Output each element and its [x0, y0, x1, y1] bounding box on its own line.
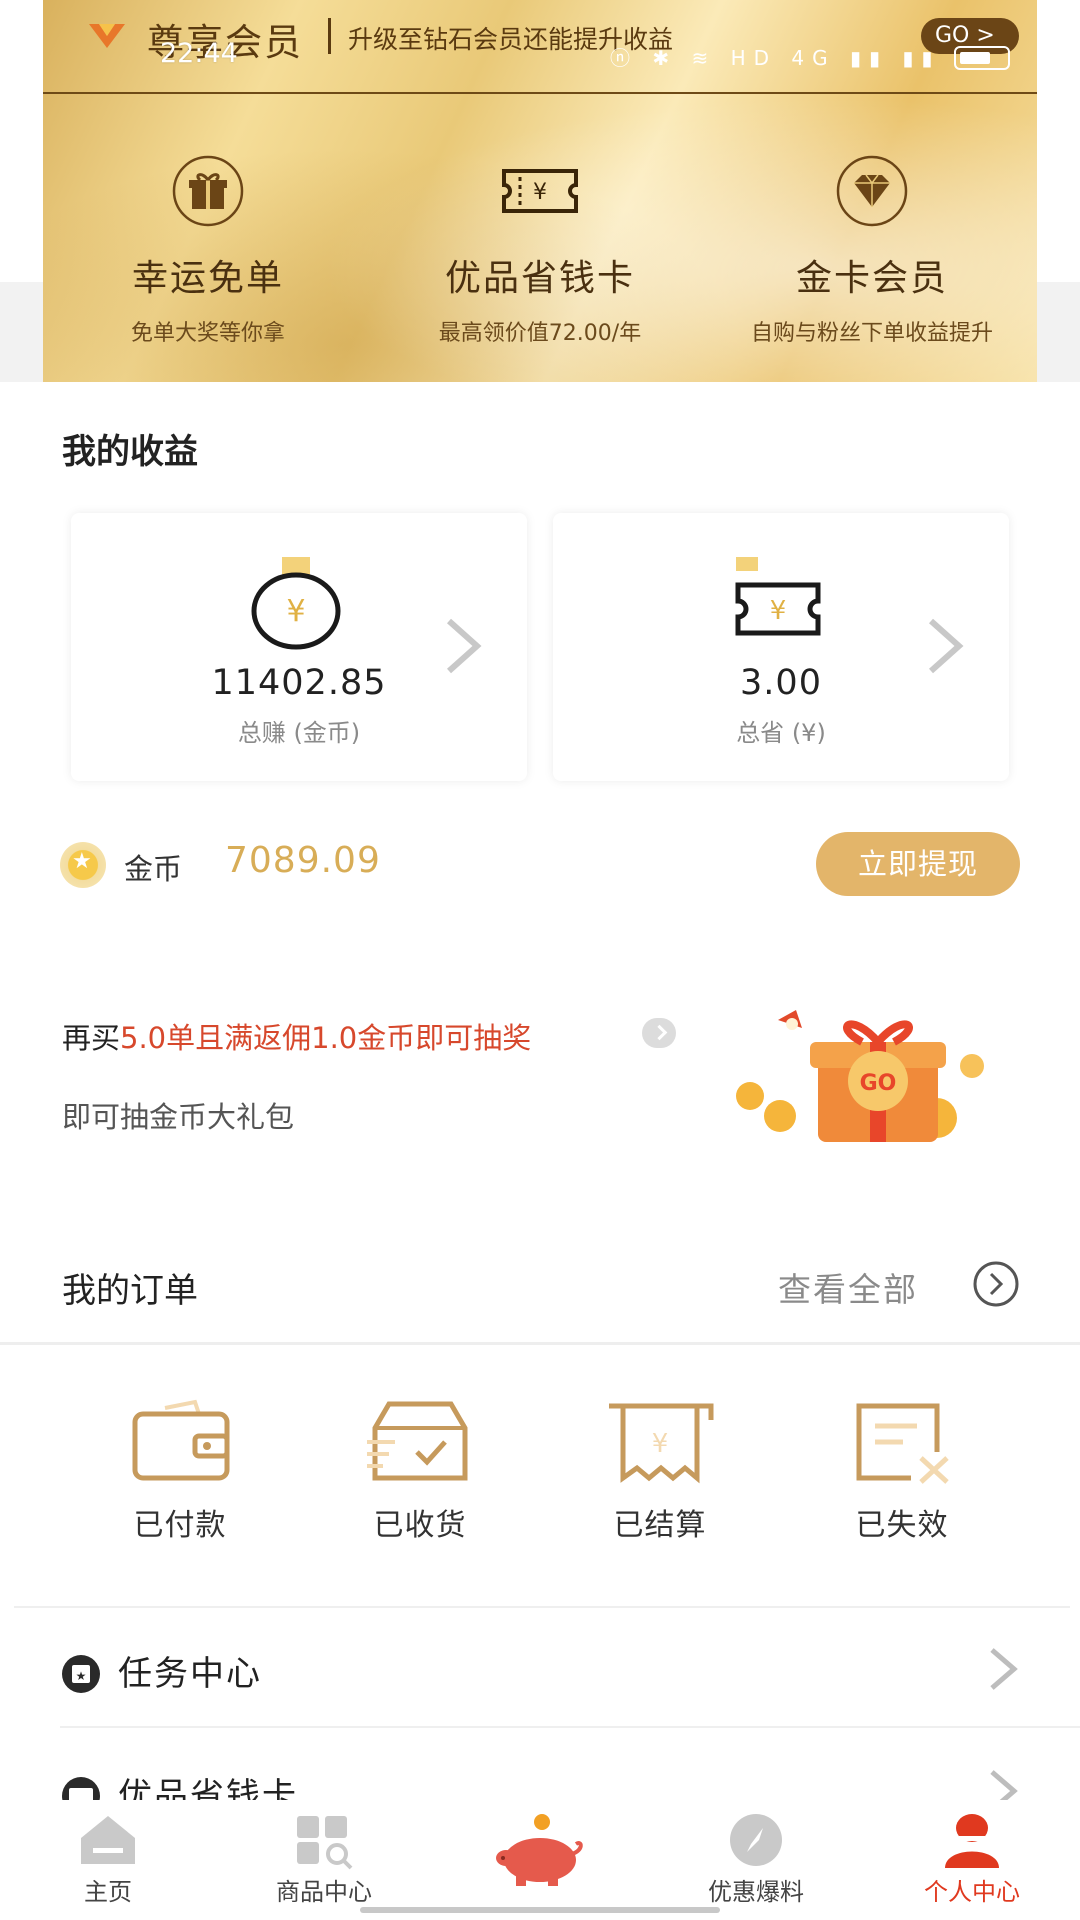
invalid-order-icon	[856, 1403, 949, 1484]
section-divider	[14, 1606, 1070, 1608]
svg-text:¥: ¥	[286, 594, 305, 629]
receipt-icon: ¥	[609, 1403, 714, 1484]
perk-title: 幸运免单	[131, 258, 284, 299]
gold-coin-icon	[60, 842, 106, 888]
chevron-right-icon	[990, 1770, 1018, 1800]
ticket-icon: ¥	[735, 557, 821, 636]
order-status-label: 已付款	[133, 1508, 227, 1543]
svg-text:¥: ¥	[652, 1429, 669, 1459]
chevron-right-icon	[990, 1648, 1018, 1690]
tab-products[interactable]: 商品中心	[234, 1810, 414, 1907]
withdraw-button[interactable]: 立即提现	[816, 832, 1020, 896]
member-logo-icon	[89, 24, 125, 48]
bottom-tab-bar: 主页 商品中心 优惠爆料 个人中心	[0, 1800, 1080, 1920]
coupon-icon: ¥	[502, 169, 578, 213]
svg-text:★: ★	[76, 1669, 87, 1683]
status-icons: ⓝ ✱ ≋ HD 4G ▮▮ ▮▮	[610, 46, 941, 70]
grid-search-icon	[297, 1816, 353, 1870]
order-status-settled[interactable]: ¥ 已结算	[570, 1398, 750, 1544]
perk-gold-card[interactable]: 金卡会员 自购与粉丝下单收益提升	[707, 155, 1037, 347]
order-status-label: 已失效	[855, 1508, 949, 1543]
task-icon: ★	[62, 1655, 100, 1693]
wallet-icon	[132, 1399, 230, 1481]
person-icon	[945, 1814, 999, 1868]
earnings-card-total-earned[interactable]: ¥ 11402.85 总赚 (金币)	[71, 513, 527, 781]
lottery-condition[interactable]: 再买5.0单且满返佣1.0金币即可抽奖	[62, 1015, 531, 1057]
piggy-bank-icon	[496, 1814, 583, 1886]
coin-icon: ¥	[251, 557, 341, 650]
perk-title: 优品省钱卡	[444, 258, 635, 299]
home-icon	[81, 1816, 135, 1864]
menu-task-center[interactable]: ★ 任务中心	[60, 1640, 1020, 1700]
menu-divider	[60, 1726, 1080, 1728]
svg-text:¥: ¥	[533, 180, 547, 205]
status-time: 22:44	[160, 38, 238, 69]
chevron-right-icon	[929, 618, 964, 674]
order-status-invalid[interactable]: 已失效	[812, 1398, 992, 1544]
order-status-paid[interactable]: 已付款	[90, 1398, 270, 1544]
tab-deals[interactable]: 优惠爆料	[666, 1810, 846, 1907]
order-status-label: 已收货	[373, 1508, 467, 1543]
tab-label: 个人中心	[924, 1878, 1020, 1906]
menu-saving-card[interactable]: 优品省钱卡	[60, 1762, 1020, 1800]
gift-icon	[172, 155, 244, 227]
earnings-card-total-saved[interactable]: ¥ 3.00 总省 (¥)	[553, 513, 1009, 781]
view-all-orders-link[interactable]: 查看全部	[778, 1263, 918, 1311]
perk-desc: 自购与粉丝下单收益提升	[750, 321, 993, 346]
chevron-circle-right-icon[interactable]	[972, 1260, 1020, 1308]
lottery-arrow-icon[interactable]	[642, 1018, 676, 1048]
tab-label: 商品中心	[276, 1878, 372, 1906]
tab-piggy-bank[interactable]	[450, 1810, 630, 1892]
chevron-right-icon	[447, 618, 482, 674]
menu-label: 优品省钱卡	[118, 1776, 298, 1800]
gift-go-text: GO	[860, 1071, 897, 1096]
menu-label: 任务中心	[118, 1654, 262, 1694]
coin-balance-value: 7089.09	[225, 840, 381, 881]
diamond-icon	[836, 155, 908, 227]
member-divider	[328, 18, 331, 54]
package-icon	[367, 1401, 468, 1481]
lottery-prefix: 再买	[62, 1021, 121, 1055]
orders-divider	[0, 1342, 1080, 1345]
svg-text:¥: ¥	[770, 596, 787, 626]
card-icon	[62, 1777, 100, 1800]
tab-label: 主页	[84, 1878, 132, 1906]
order-status-received[interactable]: 已收货	[330, 1398, 510, 1544]
profile-page: 尊享会员 升级至钻石会员还能提升收益 GO > 幸运免单 免单大奖等你拿 ¥ 优…	[0, 0, 1080, 1920]
perk-title: 金卡会员	[795, 258, 948, 299]
total-earned-label: 总赚 (金币)	[237, 719, 361, 747]
earnings-title: 我的收益	[62, 432, 198, 472]
battery-icon	[954, 46, 1010, 70]
tab-profile[interactable]: 个人中心	[882, 1810, 1062, 1907]
total-saved-label: 总省 (¥)	[736, 719, 826, 747]
order-status-label: 已结算	[613, 1508, 707, 1543]
perk-saving-card[interactable]: ¥ 优品省钱卡 最高领价值72.00/年	[375, 155, 705, 347]
perk-desc: 最高领价值72.00/年	[438, 321, 642, 346]
perk-lucky-free[interactable]: 幸运免单 免单大奖等你拿	[43, 155, 373, 347]
coin-balance-label: 金币	[124, 852, 183, 886]
compass-icon	[730, 1814, 782, 1866]
tab-home[interactable]: 主页	[18, 1810, 198, 1907]
lottery-highlight: 5.0单且满返佣1.0金币即可抽奖	[120, 1021, 532, 1055]
tab-label: 优惠爆料	[708, 1878, 804, 1906]
home-indicator[interactable]	[360, 1907, 720, 1913]
orders-title: 我的订单	[62, 1271, 198, 1311]
lottery-subtitle: 即可抽金币大礼包	[62, 1100, 295, 1134]
gift-box-illustration[interactable]: GO	[722, 1006, 1020, 1156]
perk-desc: 免单大奖等你拿	[130, 321, 285, 346]
